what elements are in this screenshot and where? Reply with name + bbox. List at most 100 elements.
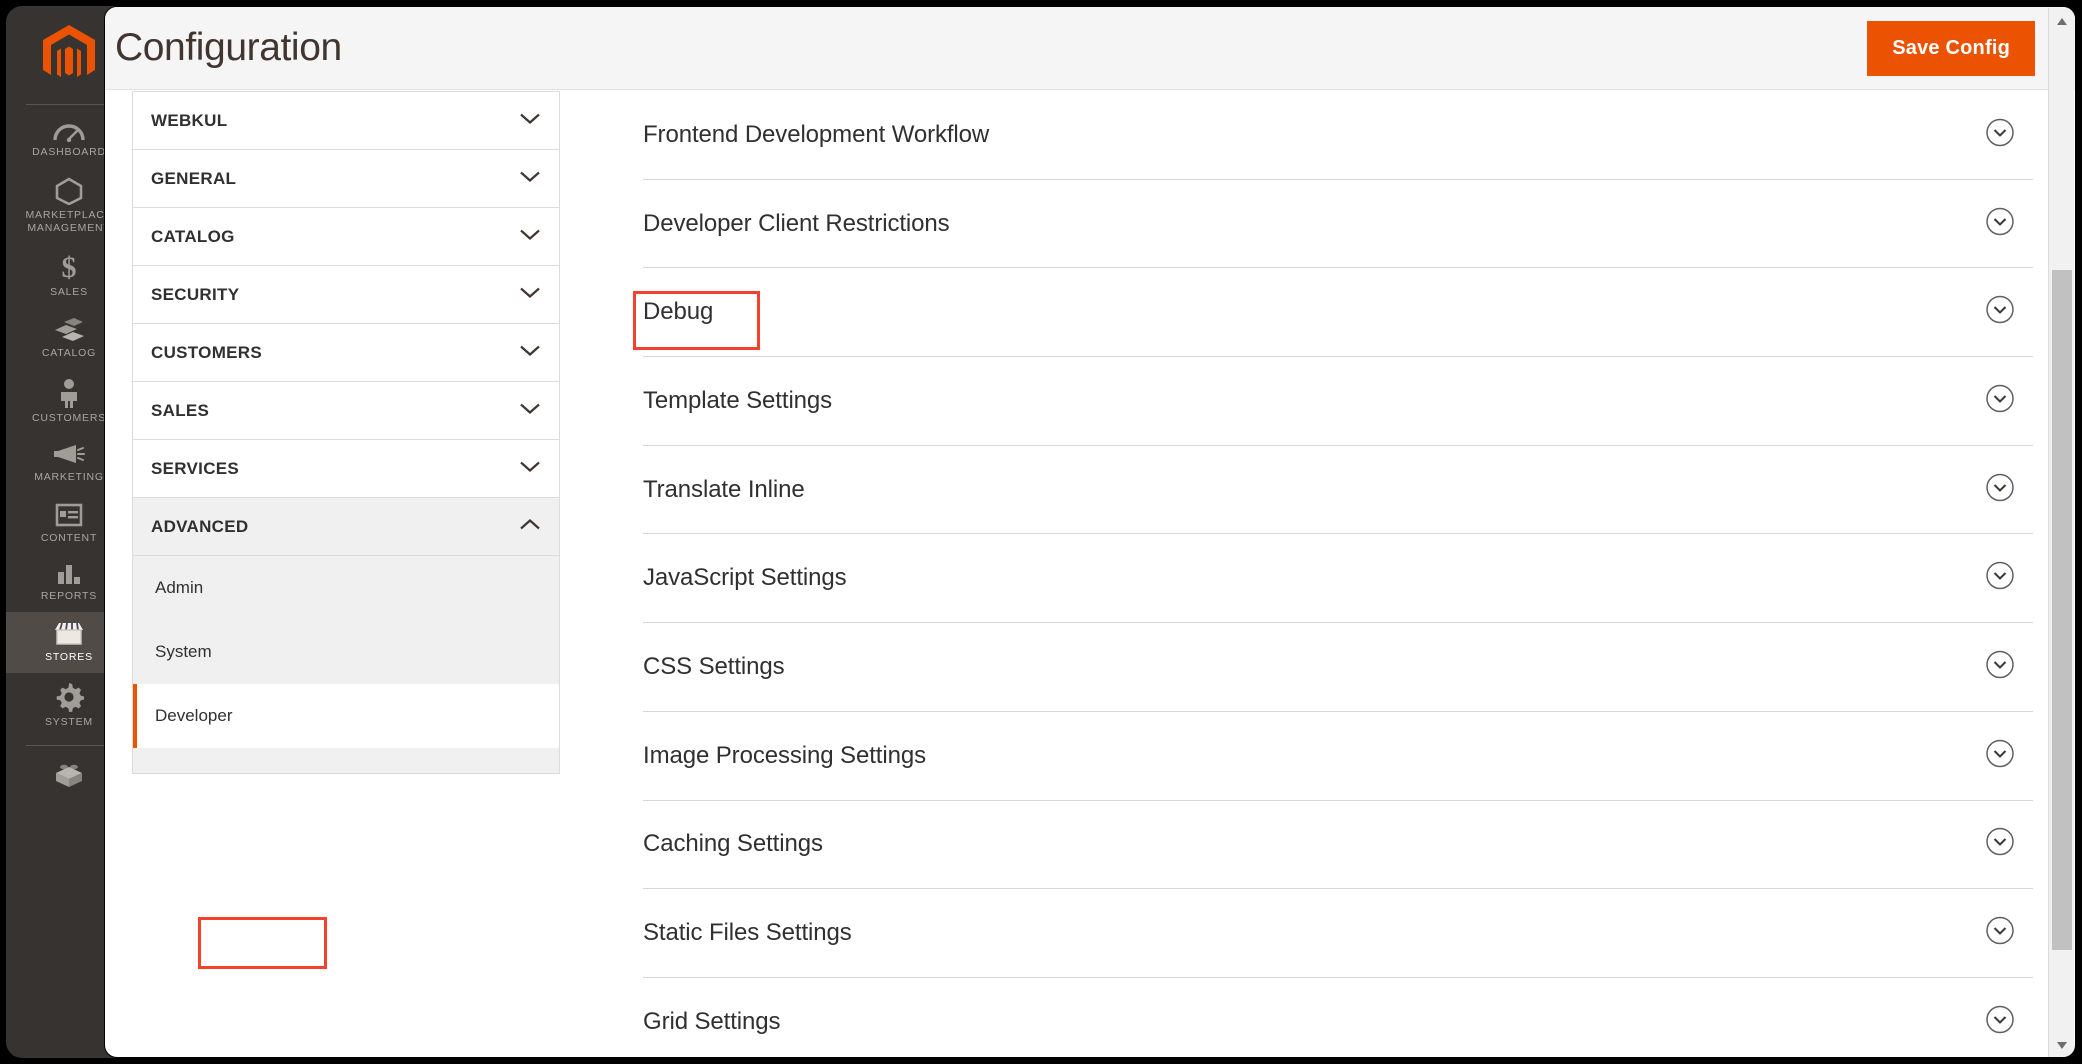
chevron-down-circle-icon[interactable] — [1985, 206, 2015, 241]
box-stack-icon — [55, 318, 84, 342]
section-row-image-processing-settings[interactable]: Image Processing Settings — [643, 712, 2033, 801]
configuration-nav: WEBKUL GENERAL CATALOG SECURITY CUSTOMER… — [132, 91, 560, 774]
sidebar-item-label: Reports — [40, 590, 98, 603]
chevron-down-circle-icon[interactable] — [1985, 827, 2015, 862]
section-title: Image Processing Settings — [643, 741, 926, 769]
gear-icon — [56, 682, 84, 712]
config-nav-item-services[interactable]: SERVICES — [133, 440, 559, 497]
sidebar-item-label: Sales — [50, 286, 88, 299]
section-title: Debug — [643, 298, 714, 326]
section-title: CSS Settings — [643, 652, 785, 680]
config-nav-item-general[interactable]: GENERAL — [133, 150, 559, 207]
section-row-template-settings[interactable]: Template Settings — [643, 357, 2033, 446]
section-title: JavaScript Settings — [643, 564, 847, 592]
chevron-down-circle-icon[interactable] — [1985, 561, 2015, 596]
section-row-frontend-development-workflow[interactable]: Frontend Development Workflow — [643, 91, 2033, 180]
configuration-sections: Frontend Development Workflow Developer … — [643, 91, 2033, 1057]
scroll-up-arrow-icon[interactable] — [2049, 8, 2075, 34]
config-nav-label: SERVICES — [151, 458, 240, 478]
scrollbar-thumb[interactable] — [2052, 270, 2072, 950]
sidebar-divider — [26, 744, 112, 746]
config-nav-section: SERVICES — [132, 439, 560, 497]
chevron-down-circle-icon[interactable] — [1985, 916, 2015, 951]
section-row-grid-settings[interactable]: Grid Settings — [643, 978, 2033, 1057]
lego-brick-icon — [56, 764, 82, 787]
screenshot-root: Dashboard Marketplace Management $ Sales… — [0, 0, 2082, 1064]
config-nav-label: GENERAL — [151, 168, 237, 188]
section-title: Developer Client Restrictions — [643, 209, 950, 237]
config-nav-section: GENERAL — [132, 149, 560, 207]
layout-panels-icon — [55, 503, 83, 526]
chevron-down-circle-icon[interactable] — [1985, 1005, 2015, 1040]
page-title: Configuration — [115, 26, 342, 69]
scroll-down-arrow-icon[interactable] — [2049, 1032, 2075, 1057]
config-nav-label: CUSTOMERS — [151, 342, 263, 362]
sidebar-item-label: Customers — [31, 411, 107, 424]
chevron-up-icon — [519, 517, 541, 536]
config-nav-item-security[interactable]: SECURITY — [133, 266, 559, 323]
chevron-down-icon — [519, 285, 541, 304]
section-title: Translate Inline — [643, 475, 805, 503]
section-row-developer-client-restrictions[interactable]: Developer Client Restrictions — [643, 180, 2033, 269]
sidebar-item-label: Dashboard — [32, 146, 106, 158]
svg-text:$: $ — [62, 252, 77, 282]
megaphone-icon — [54, 444, 85, 463]
chevron-down-icon — [519, 227, 541, 246]
config-nav-subitem-system[interactable]: System — [133, 620, 559, 684]
config-nav-label: SALES — [151, 400, 210, 420]
section-title: Grid Settings — [643, 1008, 781, 1036]
chevron-down-circle-icon[interactable] — [1985, 383, 2015, 418]
bar-chart-icon — [58, 565, 80, 585]
save-config-button[interactable]: Save Config — [1867, 21, 2035, 76]
sidebar-item-label: Stores — [45, 651, 93, 664]
config-nav-item-sales[interactable]: SALES — [133, 382, 559, 439]
sidebar-item-label: Catalog — [41, 347, 97, 360]
person-icon — [61, 378, 77, 408]
section-row-translate-inline[interactable]: Translate Inline — [643, 446, 2033, 535]
config-nav-label: WEBKUL — [151, 110, 228, 130]
config-nav-item-customers[interactable]: CUSTOMERS — [133, 324, 559, 381]
config-nav-footer-bar — [132, 748, 560, 774]
section-row-debug[interactable]: Debug — [643, 268, 2033, 358]
vertical-scrollbar[interactable] — [2048, 8, 2075, 1057]
logo-divider — [26, 104, 112, 105]
config-nav-item-catalog[interactable]: CATALOG — [133, 208, 559, 265]
main-panel: Configuration Save Config WEBKUL GENERAL — [104, 6, 2076, 1058]
chevron-down-icon — [519, 459, 541, 478]
section-row-javascript-settings[interactable]: JavaScript Settings — [643, 534, 2033, 624]
config-nav-section: CUSTOMERS — [132, 323, 560, 381]
chevron-down-circle-icon[interactable] — [1985, 117, 2015, 152]
config-nav-label: CATALOG — [151, 226, 235, 246]
dashboard-gauge-icon — [53, 124, 85, 142]
config-nav-section: SECURITY — [132, 265, 560, 323]
config-nav-sublist: Admin System Developer — [133, 555, 559, 748]
section-title: Frontend Development Workflow — [643, 120, 990, 148]
hexagon-outline-icon — [55, 177, 83, 205]
config-nav-subitem-admin[interactable]: Admin — [133, 556, 559, 620]
config-nav-label: ADVANCED — [151, 516, 249, 536]
section-row-css-settings[interactable]: CSS Settings — [643, 623, 2033, 712]
chevron-down-circle-icon[interactable] — [1985, 738, 2015, 773]
chevron-down-circle-icon[interactable] — [1985, 295, 2015, 330]
magento-logo-icon — [43, 25, 95, 77]
chevron-down-icon — [519, 169, 541, 188]
page-header: Configuration Save Config — [105, 7, 2075, 90]
chevron-down-circle-icon[interactable] — [1985, 472, 2015, 507]
config-nav-item-webkul[interactable]: WEBKUL — [133, 92, 559, 149]
storefront-awning-icon — [55, 622, 83, 645]
section-title: Template Settings — [643, 386, 833, 414]
sidebar-item-label: System — [45, 715, 93, 728]
chevron-down-icon — [519, 401, 541, 420]
section-row-caching-settings[interactable]: Caching Settings — [643, 801, 2033, 890]
sidebar-item-label: Marketing — [34, 470, 104, 483]
sidebar-item-label: Content — [40, 531, 98, 544]
config-nav-item-advanced[interactable]: ADVANCED — [133, 498, 559, 555]
config-nav-section-advanced: ADVANCED Admin System Developer — [132, 497, 560, 748]
chevron-down-circle-icon[interactable] — [1985, 649, 2015, 684]
chevron-down-icon — [519, 111, 541, 130]
config-nav-subitem-developer[interactable]: Developer — [133, 684, 559, 748]
dollar-sign-icon: $ — [62, 252, 77, 282]
section-title: Static Files Settings — [643, 919, 852, 947]
chevron-down-icon — [519, 343, 541, 362]
section-row-static-files-settings[interactable]: Static Files Settings — [643, 889, 2033, 978]
